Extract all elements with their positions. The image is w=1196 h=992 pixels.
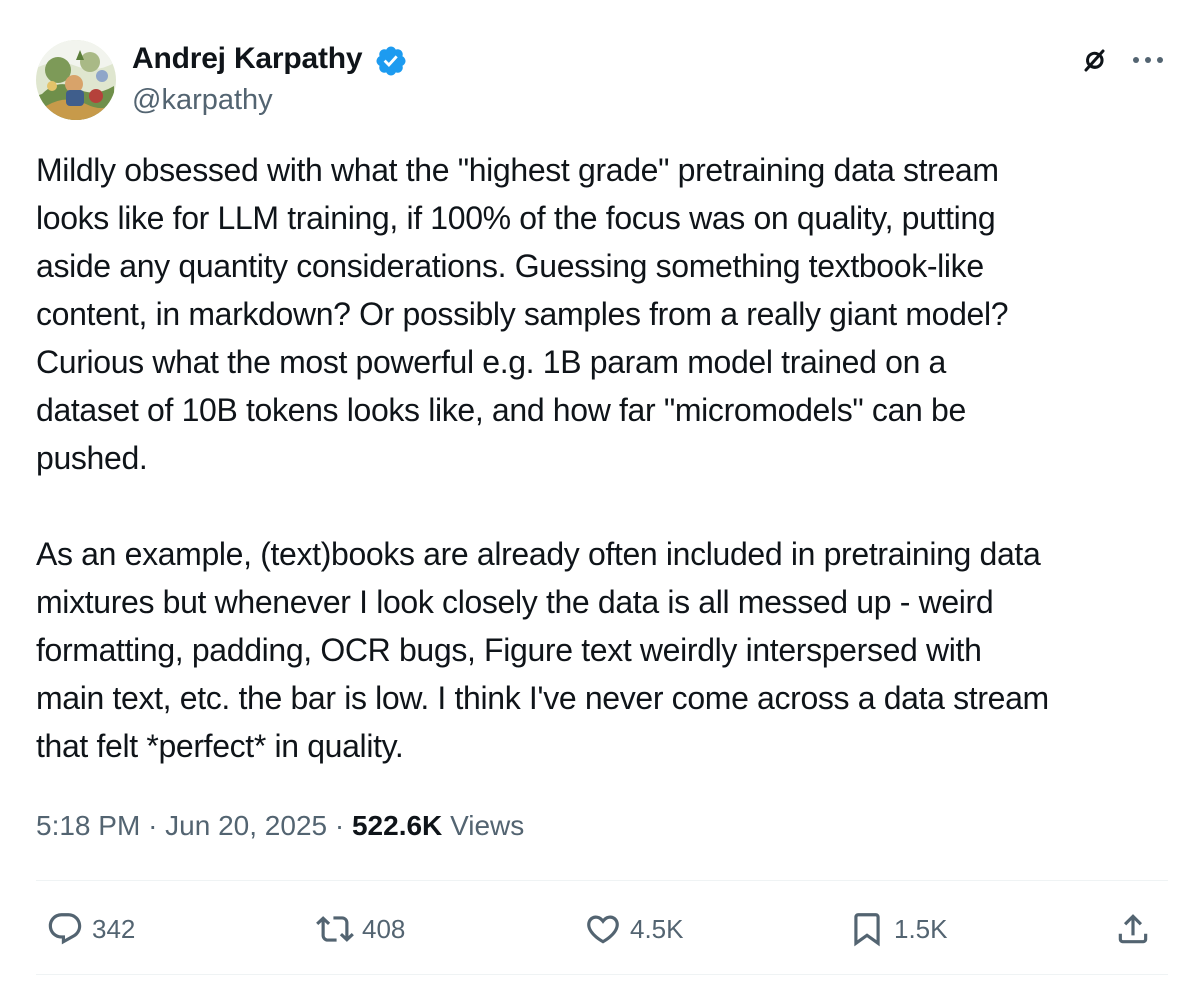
- views-count: 522.6K: [351, 810, 443, 841]
- author-handle[interactable]: @karpathy: [132, 82, 273, 118]
- more-button[interactable]: [1126, 40, 1170, 80]
- avatar-image: [36, 40, 116, 120]
- avatar[interactable]: [36, 40, 116, 120]
- meta-separator: ·: [148, 810, 158, 841]
- grok-button[interactable]: [1074, 40, 1114, 80]
- reply-icon: [48, 913, 82, 945]
- tweet-text: Mildly obsessed with what the "highest g…: [36, 146, 1176, 770]
- tweet: Andrej Karpathy @karpathy Mildly obsesse…: [0, 0, 1196, 992]
- more-icon: [1133, 57, 1163, 63]
- grok-icon: [1084, 49, 1105, 72]
- reply-button[interactable]: 342: [46, 905, 135, 953]
- repost-button[interactable]: 408: [316, 905, 405, 953]
- repost-icon: [316, 916, 354, 942]
- verified-badge-icon: [376, 46, 406, 76]
- tweet-paragraph: Mildly obsessed with what the "highest g…: [36, 152, 1009, 476]
- bookmark-button[interactable]: 1.5K: [848, 905, 948, 953]
- views-label: Views: [450, 810, 525, 841]
- share-button[interactable]: [1114, 905, 1152, 953]
- meta-separator: ·: [334, 810, 345, 841]
- divider: [36, 974, 1168, 975]
- like-count: 4.5K: [630, 913, 684, 944]
- share-icon: [1118, 914, 1148, 944]
- bookmark-icon: [854, 913, 880, 947]
- divider: [36, 880, 1168, 881]
- tweet-time[interactable]: 5:18 PM: [36, 810, 140, 841]
- tweet-date[interactable]: Jun 20, 2025: [165, 810, 327, 841]
- bookmark-count: 1.5K: [894, 913, 948, 944]
- heart-icon: [587, 915, 619, 944]
- author-name[interactable]: Andrej Karpathy: [132, 41, 363, 77]
- tweet-paragraph: As an example, (text)books are already o…: [36, 536, 1049, 764]
- like-button[interactable]: 4.5K: [584, 905, 684, 953]
- tweet-meta: 5:18 PM · Jun 20, 2025 · 522.6K Views: [36, 806, 524, 846]
- repost-count: 408: [362, 913, 406, 944]
- reply-count: 342: [92, 913, 136, 944]
